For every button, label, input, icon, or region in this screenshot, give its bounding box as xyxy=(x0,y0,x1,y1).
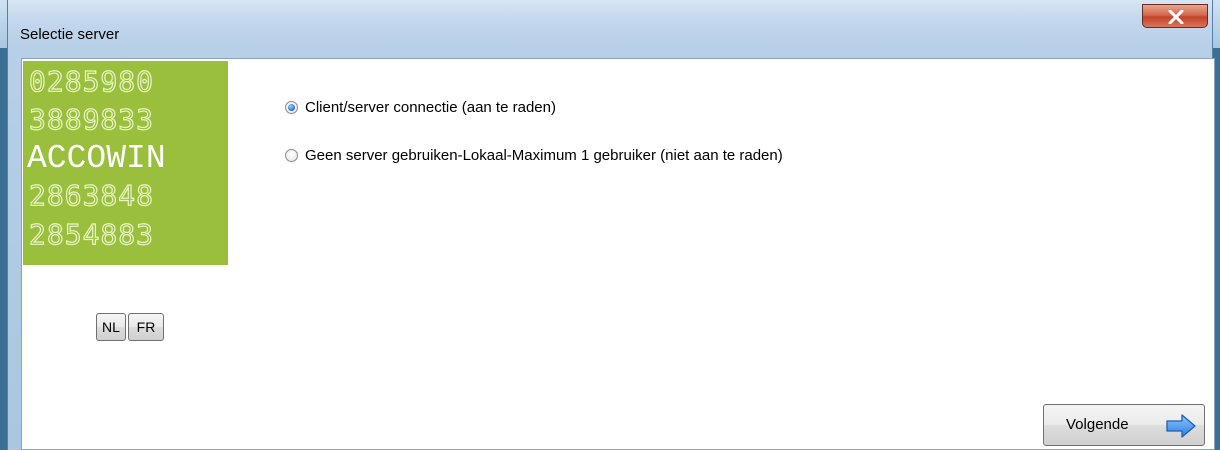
close-button[interactable] xyxy=(1142,4,1208,28)
window-title: Selectie server xyxy=(20,26,120,43)
radio-button-unchecked[interactable] xyxy=(285,149,298,162)
close-icon xyxy=(1168,10,1184,24)
language-nl-button[interactable]: NL xyxy=(96,313,126,341)
option-client-server[interactable]: Client/server connectie (aan te raden) xyxy=(285,99,556,116)
arrow-right-icon xyxy=(1166,414,1196,438)
logo-brand-text: ACCOWIN xyxy=(27,140,166,177)
radio-button-checked[interactable] xyxy=(285,101,298,114)
logo-digits-row-3: 2863848 xyxy=(29,179,154,212)
next-button-label: Volgende xyxy=(1066,416,1129,433)
language-fr-button[interactable]: FR xyxy=(128,313,164,341)
dialog-window: Selectie server 0285980 3889833 ACCOWIN … xyxy=(7,0,1215,450)
logo-digits-row-1: 0285980 xyxy=(29,65,154,98)
logo-digits-row-4: 2854883 xyxy=(29,218,154,251)
next-button[interactable]: Volgende xyxy=(1043,404,1205,446)
dialog-content: 0285980 3889833 ACCOWIN 2863848 2854883 … xyxy=(21,58,1215,450)
option-local-label: Geen server gebruiken-Lokaal-Maximum 1 g… xyxy=(305,147,783,164)
option-local[interactable]: Geen server gebruiken-Lokaal-Maximum 1 g… xyxy=(285,147,783,164)
accowin-logo: 0285980 3889833 ACCOWIN 2863848 2854883 xyxy=(23,61,228,265)
logo-digits-row-2: 3889833 xyxy=(29,103,154,136)
option-client-server-label: Client/server connectie (aan te raden) xyxy=(305,99,556,116)
